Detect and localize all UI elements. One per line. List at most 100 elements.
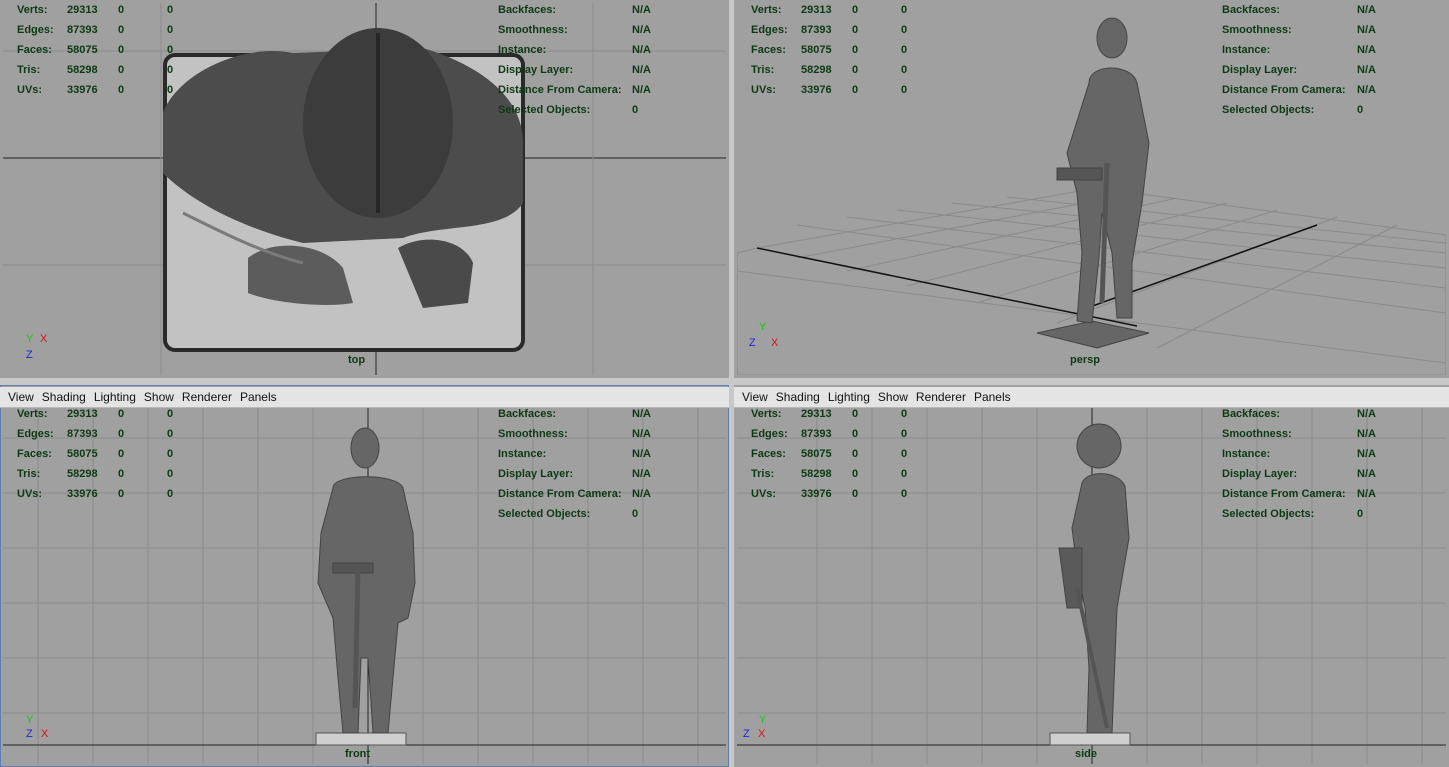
info-label: Selected Objects: [1222,508,1315,520]
viewport-side[interactable]: Verts: 29313 0 0 Edges: 87393 0 0 Faces: 58075 0… [737,408,1446,764]
menu-renderer[interactable]: Renderer [178,390,236,404]
stat-label: Verts: [17,4,48,16]
panel-menubar: View Shading Lighting Show Renderer Pane… [734,387,1449,408]
viewport-panel-top[interactable]: Verts: 29313 0 0 Edges: 87393 0 0 Faces: 58075 0… [0,0,729,378]
camera-label: persp [1070,354,1100,366]
info-value: N/A [632,4,651,16]
stat-label: UVs: [17,84,43,96]
stat-value: 58298 [67,64,98,76]
stat-a: 0 [118,428,125,440]
axis-x-label: X [771,337,779,349]
stat-b: 0 [901,448,908,460]
stat-b: 0 [167,468,174,480]
stat-b: 0 [901,428,908,440]
stat-value: 58075 [67,44,98,56]
stat-a: 0 [118,44,125,56]
knight-top-model [163,28,525,352]
info-label: Distance From Camera: [1222,488,1346,500]
menu-show[interactable]: Show [874,390,912,404]
stat-value: 29313 [67,4,98,16]
menu-view[interactable]: View [0,390,38,404]
stat-value: 58298 [801,468,832,480]
stat-label: Edges: [751,428,788,440]
info-label: Smoothness: [498,428,568,440]
stat-value: 58075 [801,448,832,460]
info-label: Selected Objects: [498,104,591,116]
info-value: N/A [1357,44,1376,56]
menu-show[interactable]: Show [140,390,178,404]
info-value: N/A [1357,448,1376,460]
info-value: N/A [1357,84,1376,96]
info-value: N/A [1357,24,1376,36]
info-label: Distance From Camera: [498,84,622,96]
info-label: Distance From Camera: [1222,84,1346,96]
stat-b: 0 [901,408,908,420]
stat-value: 29313 [67,408,98,420]
menu-lighting[interactable]: Lighting [90,390,140,404]
stat-b: 0 [901,488,908,500]
menu-shading[interactable]: Shading [38,390,90,404]
info-label: Backfaces: [1222,408,1281,420]
info-value: N/A [1357,4,1376,16]
stat-b: 0 [167,488,174,500]
menu-lighting[interactable]: Lighting [824,390,874,404]
top-view-scene [3,3,726,375]
stat-label: Faces: [751,448,786,460]
viewport-panel-front[interactable]: View Shading Lighting Show Renderer Pane… [0,385,729,767]
stat-label: Edges: [751,24,788,36]
axis-x-label: X [40,333,48,345]
viewport-top[interactable]: Verts: 29313 0 0 Edges: 87393 0 0 Faces: 58075 0… [3,3,726,375]
viewport-persp[interactable]: Verts: 29313 0 0 Edges: 87393 0 0 Faces: 58075 0… [737,3,1446,375]
stat-a: 0 [852,468,859,480]
persp-view-scene [737,17,1446,375]
stat-label: Faces: [751,44,786,56]
info-label: Display Layer: [1222,468,1298,480]
stat-a: 0 [118,448,125,460]
stat-label: Faces: [17,448,52,460]
info-value: N/A [632,44,651,56]
side-view-scene [737,408,1446,764]
axis-z-label: Z [743,728,750,740]
stat-value: 58075 [801,44,832,56]
stat-label: Edges: [17,24,54,36]
menu-panels[interactable]: Panels [236,390,281,404]
stat-b: 0 [901,84,908,96]
stat-value: 58298 [801,64,832,76]
stat-value: 58298 [67,468,98,480]
viewport-panel-side[interactable]: View Shading Lighting Show Renderer Pane… [734,385,1449,767]
front-view-scene [3,408,726,764]
knight-front-model [315,427,416,746]
info-label: Backfaces: [498,408,557,420]
menu-view[interactable]: View [734,390,772,404]
stat-value: 33976 [801,84,832,96]
info-value: 0 [1357,104,1364,116]
axis-gizmo: Y Z X [749,321,789,353]
axis-gizmo: Y Z X [743,714,783,746]
info-label: Smoothness: [1222,24,1292,36]
stat-label: Tris: [17,64,41,76]
stat-a: 0 [852,448,859,460]
stat-value: 29313 [801,408,832,420]
viewport-panel-persp[interactable]: Verts: 29313 0 0 Edges: 87393 0 0 Faces: 58075 0… [734,0,1449,378]
info-label: Display Layer: [1222,64,1298,76]
stat-value: 87393 [801,428,832,440]
menu-renderer[interactable]: Renderer [912,390,970,404]
stat-value: 87393 [801,24,832,36]
info-label: Smoothness: [1222,428,1292,440]
stat-value: 33976 [67,488,98,500]
stat-a: 0 [852,408,859,420]
stat-value: 29313 [801,4,832,16]
axis-z-label: Z [26,728,33,740]
knight-side-model [1049,423,1131,746]
menu-shading[interactable]: Shading [772,390,824,404]
info-value: N/A [632,24,651,36]
menu-panels[interactable]: Panels [970,390,1015,404]
viewport-front[interactable]: Verts: 29313 0 0 Edges: 87393 0 0 Faces: 58075 0… [3,408,726,764]
stat-a: 0 [852,84,859,96]
info-value: N/A [1357,408,1376,420]
info-label: Backfaces: [498,4,557,16]
stat-a: 0 [852,488,859,500]
stat-a: 0 [852,24,859,36]
stat-b: 0 [901,64,908,76]
axis-y-label: Y [26,333,34,345]
